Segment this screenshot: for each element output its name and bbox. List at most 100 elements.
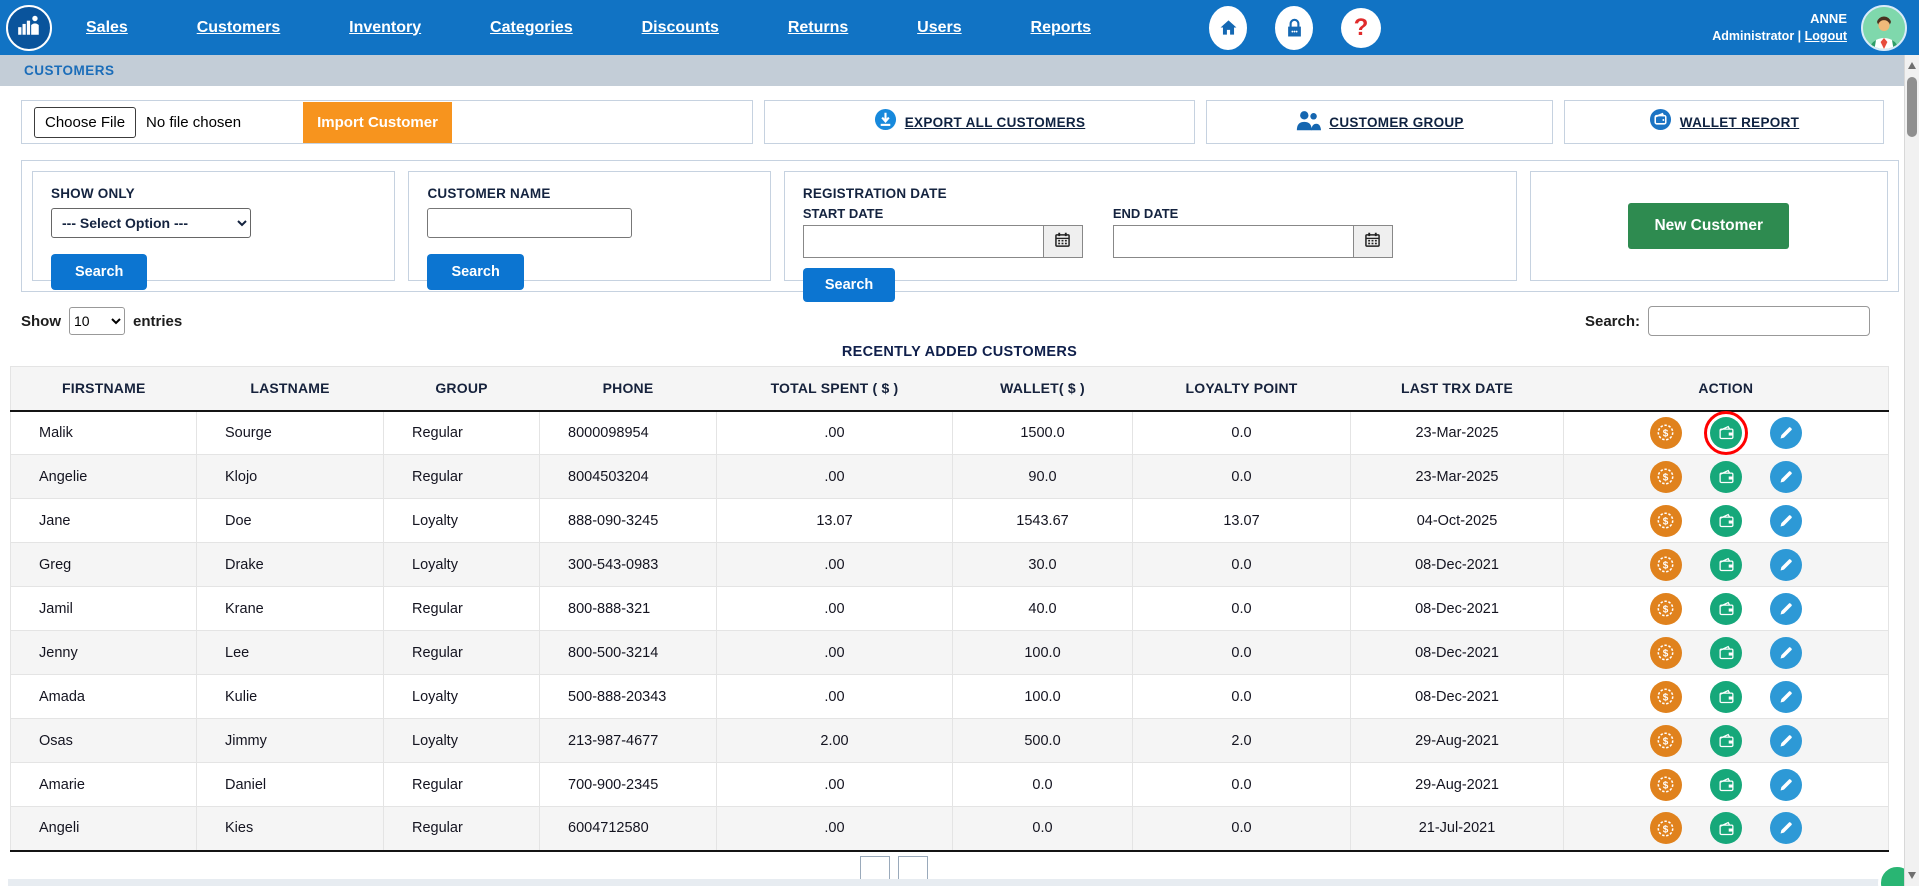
- column-header: LAST TRX DATE: [1351, 367, 1564, 411]
- show-only-search-button[interactable]: Search: [51, 254, 147, 290]
- wallet-report-link[interactable]: WALLET REPORT: [1680, 115, 1799, 130]
- wallet-icon[interactable]: [1710, 637, 1742, 669]
- edit-pencil-icon[interactable]: [1770, 417, 1802, 449]
- edit-pencil-icon[interactable]: [1770, 769, 1802, 801]
- cell-wallet: 500.0: [953, 719, 1133, 763]
- wallet-icon[interactable]: [1710, 417, 1742, 449]
- loyalty-coin-icon[interactable]: $: [1650, 549, 1682, 581]
- import-customer-button[interactable]: Import Customer: [303, 102, 452, 143]
- cell-lastname: Sourge: [197, 411, 384, 455]
- nav-item-discounts[interactable]: Discounts: [642, 19, 719, 37]
- wallet-icon[interactable]: [1710, 681, 1742, 713]
- cell-wallet: 100.0: [953, 675, 1133, 719]
- table-search-input[interactable]: [1648, 306, 1870, 336]
- export-all-customers-link[interactable]: EXPORT ALL CUSTOMERS: [905, 115, 1086, 130]
- cell-total_spent: .00: [717, 543, 953, 587]
- edit-pencil-icon[interactable]: [1770, 725, 1802, 757]
- loyalty-coin-icon[interactable]: $: [1650, 725, 1682, 757]
- cell-last_trx_date: 29-Aug-2021: [1351, 719, 1564, 763]
- loyalty-coin-icon[interactable]: $: [1650, 637, 1682, 669]
- wallet-icon[interactable]: [1710, 549, 1742, 581]
- edit-pencil-icon[interactable]: [1770, 681, 1802, 713]
- new-customer-button[interactable]: New Customer: [1628, 203, 1789, 249]
- column-header: GROUP: [384, 367, 540, 411]
- nav-item-customers[interactable]: Customers: [197, 19, 281, 37]
- cell-lastname: Lee: [197, 631, 384, 675]
- cell-lastname: Doe: [197, 499, 384, 543]
- wallet-icon[interactable]: [1710, 725, 1742, 757]
- registration-date-label: REGISTRATION DATE: [803, 186, 1498, 201]
- edit-pencil-icon[interactable]: [1770, 461, 1802, 493]
- wallet-icon[interactable]: [1710, 593, 1742, 625]
- logout-link[interactable]: Logout: [1805, 29, 1847, 43]
- table-row: AmarieDanielRegular700-900-2345.000.00.0…: [11, 763, 1889, 807]
- avatar[interactable]: [1861, 5, 1907, 51]
- nav-item-reports[interactable]: Reports: [1031, 19, 1091, 37]
- show-only-select[interactable]: --- Select Option ---: [51, 208, 251, 238]
- cell-loyalty_point: 0.0: [1133, 675, 1351, 719]
- edit-pencil-icon[interactable]: [1770, 505, 1802, 537]
- cell-lastname: Daniel: [197, 763, 384, 807]
- registration-date-panel: REGISTRATION DATE START DATE END DATE: [784, 171, 1517, 281]
- scrollbar-thumb[interactable]: [1907, 77, 1917, 137]
- choose-file-button[interactable]: Choose File: [34, 107, 136, 138]
- loyalty-coin-icon[interactable]: $: [1650, 593, 1682, 625]
- start-date-calendar-button[interactable]: [1043, 225, 1083, 258]
- table-row: AmadaKulieLoyalty500-888-20343.00100.00.…: [11, 675, 1889, 719]
- lock-icon[interactable]: [1275, 6, 1313, 50]
- nav-item-inventory[interactable]: Inventory: [349, 19, 421, 37]
- cell-phone: 8000098954: [540, 411, 717, 455]
- edit-pencil-icon[interactable]: [1770, 593, 1802, 625]
- cell-phone: 8004503204: [540, 455, 717, 499]
- loyalty-coin-icon[interactable]: $: [1650, 812, 1682, 844]
- table-title: RECENTLY ADDED CUSTOMERS: [0, 344, 1919, 360]
- edit-pencil-icon[interactable]: [1770, 549, 1802, 581]
- wallet-icon[interactable]: [1710, 812, 1742, 844]
- wallet-icon[interactable]: [1710, 505, 1742, 537]
- vertical-scrollbar[interactable]: [1904, 55, 1919, 886]
- nav-item-returns[interactable]: Returns: [788, 19, 848, 37]
- entries-label: entries: [133, 313, 182, 330]
- customer-name-input[interactable]: [427, 208, 632, 238]
- wallet-icon[interactable]: [1710, 769, 1742, 801]
- customer-name-panel: CUSTOMER NAME Search: [408, 171, 770, 281]
- cell-phone: 300-543-0983: [540, 543, 717, 587]
- end-date-calendar-button[interactable]: [1353, 225, 1393, 258]
- loyalty-coin-icon[interactable]: $: [1650, 461, 1682, 493]
- customer-group-box[interactable]: CUSTOMER GROUP: [1206, 100, 1553, 144]
- edit-pencil-icon[interactable]: [1770, 812, 1802, 844]
- wallet-report-box[interactable]: WALLET REPORT: [1564, 100, 1884, 144]
- cell-total_spent: .00: [717, 587, 953, 631]
- loyalty-coin-icon[interactable]: $: [1650, 417, 1682, 449]
- edit-pencil-icon[interactable]: [1770, 637, 1802, 669]
- cell-group: Regular: [384, 455, 540, 499]
- horizontal-scrollbar[interactable]: [8, 879, 1888, 886]
- page-size-select[interactable]: 10: [69, 307, 125, 335]
- svg-text:$: $: [1663, 692, 1669, 703]
- start-date-input[interactable]: [803, 225, 1043, 258]
- loyalty-coin-icon[interactable]: $: [1650, 505, 1682, 537]
- cell-wallet: 40.0: [953, 587, 1133, 631]
- loyalty-coin-icon[interactable]: $: [1650, 681, 1682, 713]
- scrollbar-down-arrow[interactable]: [1908, 872, 1916, 879]
- customer-name-search-button[interactable]: Search: [427, 254, 523, 290]
- registration-date-search-button[interactable]: Search: [803, 268, 895, 302]
- help-icon[interactable]: ?: [1341, 8, 1381, 48]
- customer-group-link[interactable]: CUSTOMER GROUP: [1329, 115, 1463, 130]
- export-all-customers-box[interactable]: EXPORT ALL CUSTOMERS: [764, 100, 1195, 144]
- cell-action: $: [1564, 719, 1889, 763]
- cell-phone: 213-987-4677: [540, 719, 717, 763]
- wallet-icon[interactable]: [1710, 461, 1742, 493]
- breadcrumb: CUSTOMERS: [0, 55, 1919, 86]
- nav-item-users[interactable]: Users: [917, 19, 961, 37]
- scrollbar-up-arrow[interactable]: [1908, 62, 1916, 69]
- cell-action: $: [1564, 543, 1889, 587]
- home-icon[interactable]: [1209, 6, 1247, 50]
- app-logo[interactable]: [6, 5, 52, 51]
- column-header: LOYALTY POINT: [1133, 367, 1351, 411]
- loyalty-coin-icon[interactable]: $: [1650, 769, 1682, 801]
- nav-item-categories[interactable]: Categories: [490, 19, 573, 37]
- cell-action: $: [1564, 411, 1889, 455]
- nav-item-sales[interactable]: Sales: [86, 19, 128, 37]
- end-date-input[interactable]: [1113, 225, 1353, 258]
